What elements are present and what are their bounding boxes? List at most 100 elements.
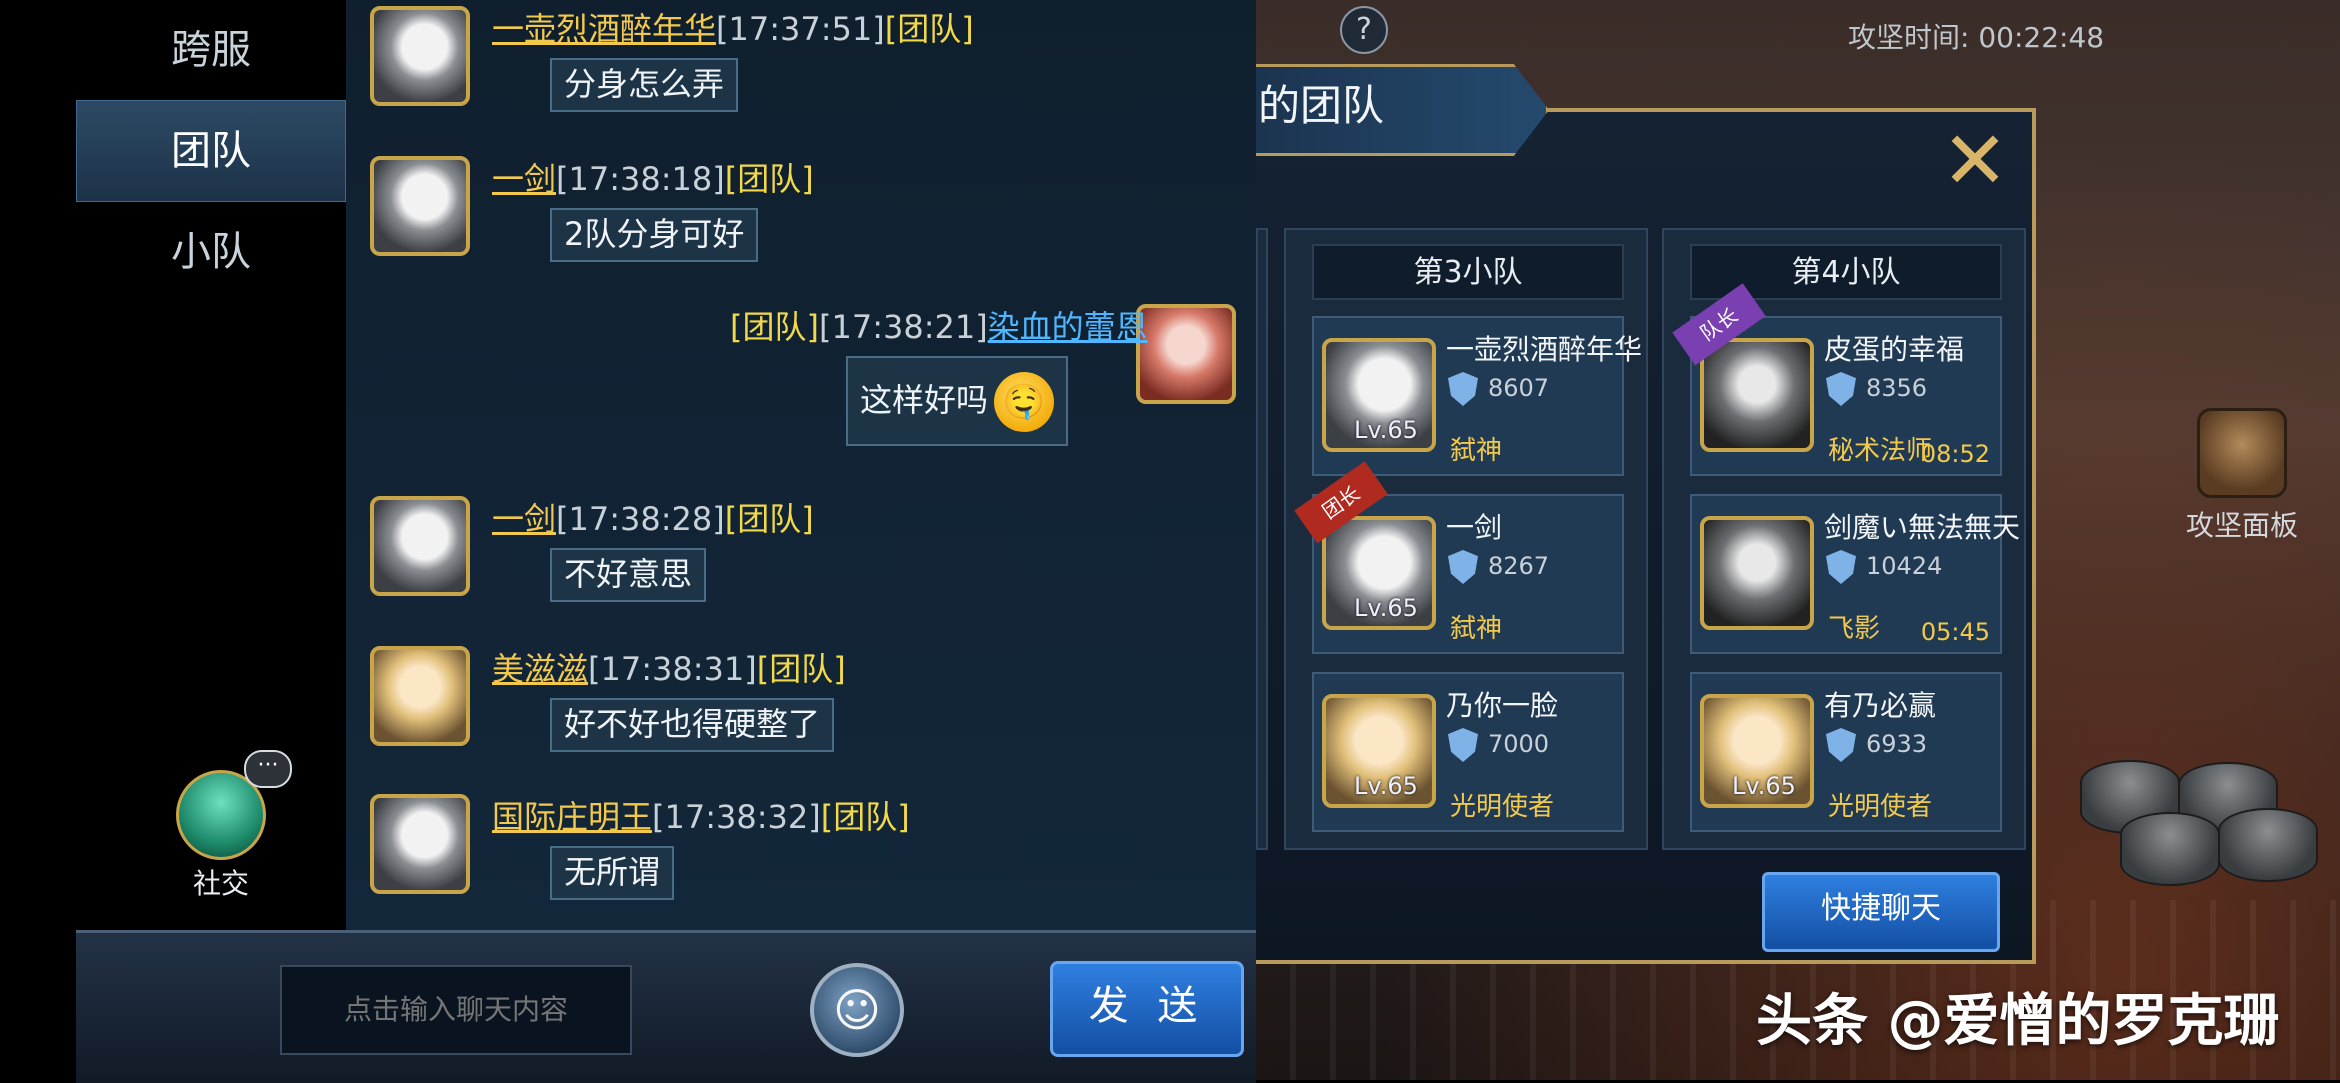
player-avatar[interactable] [370,496,470,596]
member-avatar [1700,338,1814,452]
player-avatar[interactable] [370,646,470,746]
channel-tag: [团队] [730,308,819,346]
message-time: [17:38:28] [556,500,725,538]
sender-name[interactable]: 国际庄明王 [492,798,652,836]
sender-name[interactable]: 一剑 [492,500,556,538]
message-time: [17:37:51] [716,10,885,48]
barrel-icon [2120,812,2220,886]
scroll-map-icon [2197,408,2287,498]
message-header: 一剑[17:38:18][团队] [492,154,814,200]
shield-icon [1448,550,1478,584]
siege-panel-button[interactable]: 攻坚面板 [2182,408,2302,544]
message-bubble: 这样好吗 🤤 [846,356,1069,446]
message-bubble: 无所谓 [550,846,675,900]
member-timer: 08:52 [1920,440,1990,468]
member-name: 一剑 [1446,511,1503,544]
squad-member[interactable]: Lv.65 乃你一脸 7000 光明使者 [1312,672,1624,832]
member-name: 乃你一脸 [1446,689,1559,722]
squad-member[interactable]: 团长 Lv.65 一剑 8267 弑神 [1294,461,1624,654]
player-avatar[interactable] [370,156,470,256]
squad-member[interactable]: Lv.65 有乃必赢 6933 光明使者 [1690,672,2002,832]
shield-icon [1448,372,1478,406]
shield-icon [1448,728,1478,762]
member-power: 7000 [1488,730,1550,758]
member-class: 光明使者 [1828,792,1933,822]
quick-chat-button[interactable]: 快捷聊天 [1762,872,2000,952]
chat-panel: 一壶烈酒醉年华[17:37:51][团队] 分身怎么弄 一剑[17:38:18]… [346,0,1256,930]
member-avatar [1700,516,1814,630]
member-name: 皮蛋的幸福 [1824,333,1965,366]
message-header: 一壶烈酒醉年华[17:37:51][团队] [492,4,974,50]
sender-name[interactable]: 美滋滋 [492,650,588,688]
channel-tag: [团队] [884,10,974,48]
message-time: [17:38:18] [556,160,725,198]
member-name: 有乃必赢 [1824,689,1937,722]
member-power: 6933 [1866,730,1928,758]
shield-icon [1826,372,1856,406]
sender-name[interactable]: 一剑 [492,160,556,198]
member-power: 8607 [1488,374,1550,402]
squad-member[interactable]: Lv.65 一壶烈酒醉年华 8607 弑神 [1312,316,1642,476]
squad-column-3: 第3小队 Lv.65 一壶烈酒醉年华 8607 弑神 团长 Lv.65 一剑 8… [1284,228,1648,850]
help-icon[interactable]: ? [1340,6,1388,54]
squad-member[interactable]: 剑魔い無法無天 10424 飞影 05:45 [1690,494,2020,654]
channel-tag: [团队] [820,798,910,836]
message-header: 美滋滋[17:38:31][团队] [492,644,846,690]
squad-column-4: 第4小队 队长 皮蛋的幸福 8356 秘术法师 08:52 剑魔い無法無天 10… [1662,228,2026,850]
squad-column-partial [1256,228,1268,850]
member-power: 8356 [1866,374,1928,402]
channel-tag: [团队] [724,160,814,198]
siege-timer: 攻坚时间: 00:22:48 [1848,21,2105,54]
team-title: 的团队 [1258,81,1385,130]
message-bubble: 好不好也得硬整了 [550,698,835,752]
member-level: Lv.65 [1354,416,1418,444]
shield-icon [1826,550,1856,584]
player-avatar[interactable] [370,794,470,894]
member-name: 一壶烈酒醉年华 [1446,333,1643,366]
message-time: [17:38:21] [818,308,988,346]
message-bubble: 2队分身可好 [550,208,759,262]
watermark: 头条 @爱憎的罗克珊 [1756,989,2280,1054]
tab-cross-server[interactable]: 跨服 [76,0,346,100]
squad-header: 第3小队 [1312,244,1624,300]
social-button[interactable]: ··· 社交 [176,750,292,902]
member-class: 秘术法师 [1828,436,1933,466]
member-level: Lv.65 [1354,594,1418,622]
chat-input-bar: ☺ 发 送 [76,930,1256,1083]
close-icon[interactable]: ✕ [1940,121,2010,201]
squad-member[interactable]: 队长 皮蛋的幸福 8356 秘术法师 08:52 [1672,283,2002,476]
tab-team[interactable]: 团队 [76,100,346,202]
player-avatar-self[interactable] [1136,304,1236,404]
sender-name[interactable]: 染血的蕾恩 [988,308,1148,346]
siege-panel-label: 攻坚面板 [2185,509,2298,542]
member-class: 光明使者 [1450,792,1555,822]
message-bubble: 分身怎么弄 [550,58,739,112]
send-button[interactable]: 发 送 [1050,961,1244,1057]
member-timer: 05:45 [1920,618,1990,646]
message-bubble: 不好意思 [550,548,707,602]
message-header: 国际庄明王[17:38:32][团队] [492,792,910,838]
message-header: [团队][17:38:21]染血的蕾恩 [730,302,1148,348]
sender-name[interactable]: 一壶烈酒醉年华 [492,10,716,48]
member-level: Lv.65 [1354,772,1418,800]
player-avatar[interactable] [370,6,470,106]
member-class: 飞影 [1828,614,1881,644]
member-level: Lv.65 [1732,772,1796,800]
message-header: 一剑[17:38:28][团队] [492,494,814,540]
member-class: 弑神 [1450,436,1503,466]
message-time: [17:38:32] [652,798,821,836]
member-class: 弑神 [1450,614,1503,644]
channel-tag: [团队] [724,500,814,538]
message-time: [17:38:31] [588,650,757,688]
social-label: 社交 [192,867,249,900]
shield-icon [1826,728,1856,762]
member-name: 剑魔い無法無天 [1824,511,2021,544]
tab-squad[interactable]: 小队 [76,202,346,302]
member-power: 10424 [1866,552,1943,580]
chat-bubble-icon: ··· [244,750,292,788]
drooling-emoji-icon: 🤤 [994,372,1055,432]
message-text: 这样好吗 [860,381,989,419]
chat-input[interactable] [280,965,632,1055]
member-power: 8267 [1488,552,1550,580]
emoji-button[interactable]: ☺ [810,963,904,1057]
